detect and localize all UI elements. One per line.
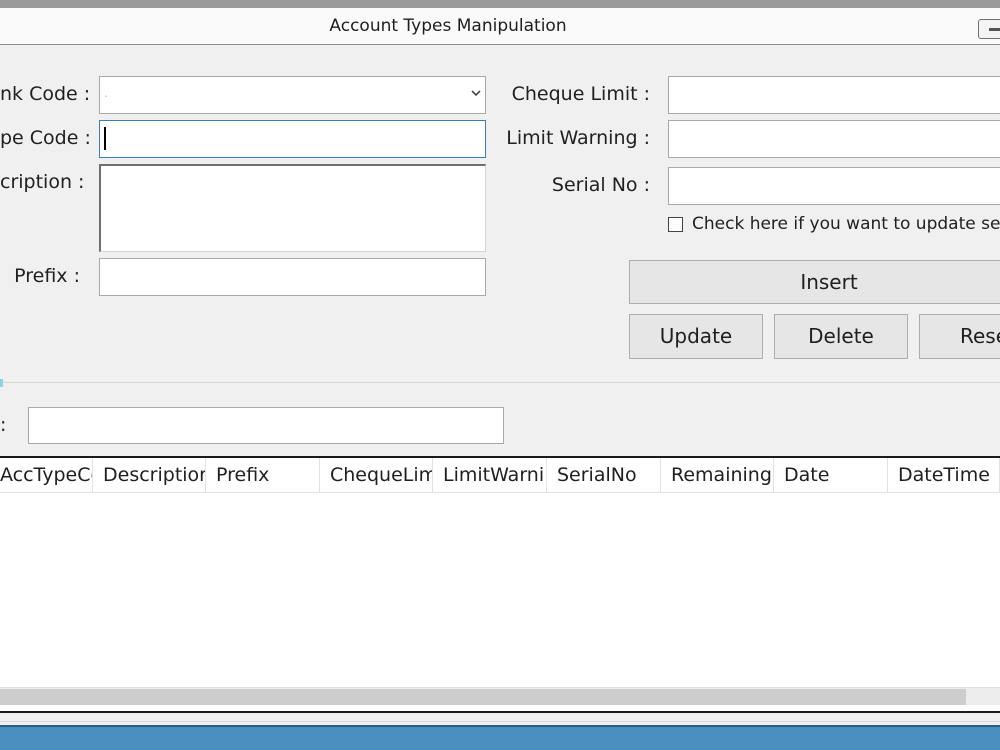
column-header-description[interactable]: Descriptior bbox=[93, 458, 206, 493]
column-header-serialno[interactable]: SerialNo bbox=[547, 458, 661, 493]
column-header-remaining[interactable]: Remaining( bbox=[661, 458, 774, 493]
bank-code-label: nk Code : bbox=[0, 83, 91, 105]
account-types-grid[interactable]: AccTypeCo Descriptior Prefix ChequeLim L… bbox=[0, 456, 1000, 713]
prefix-input[interactable] bbox=[99, 258, 486, 296]
serial-no-input[interactable] bbox=[668, 167, 1000, 205]
window-title: Account Types Manipulation bbox=[329, 16, 567, 36]
update-serial-checkbox-label[interactable]: Check here if you want to update serial bbox=[692, 214, 1000, 234]
search-input[interactable] bbox=[28, 407, 504, 444]
insert-button[interactable]: Insert bbox=[629, 260, 1000, 304]
limit-warning-label: Limit Warning : bbox=[506, 127, 650, 149]
update-button[interactable]: Update bbox=[629, 314, 763, 359]
column-header-prefix[interactable]: Prefix bbox=[206, 458, 320, 493]
column-header-chequelimit[interactable]: ChequeLim bbox=[320, 458, 433, 493]
column-header-date[interactable]: Date bbox=[774, 458, 888, 493]
description-label: cription : bbox=[0, 171, 85, 193]
bank-code-dropdown[interactable]: . bbox=[99, 76, 486, 114]
screen-top-strip bbox=[0, 0, 1000, 8]
delete-button[interactable]: Delete bbox=[774, 314, 908, 359]
separator-marker bbox=[0, 379, 3, 387]
cheque-limit-label: Cheque Limit : bbox=[511, 83, 650, 105]
column-header-acctypecode[interactable]: AccTypeCo bbox=[0, 458, 93, 493]
minimize-icon bbox=[989, 28, 1000, 31]
cheque-limit-input[interactable] bbox=[668, 76, 1000, 114]
scrollbar-thumb[interactable] bbox=[0, 689, 966, 705]
title-bar: Account Types Manipulation bbox=[0, 8, 1000, 45]
minimize-button[interactable] bbox=[978, 19, 1000, 39]
serial-no-label: Serial No : bbox=[551, 174, 650, 196]
search-label: : bbox=[0, 414, 7, 436]
prefix-label: Prefix : bbox=[14, 265, 80, 287]
chevron-down-icon bbox=[471, 90, 481, 97]
reset-button[interactable]: Rese bbox=[919, 314, 1000, 359]
taskbar bbox=[0, 725, 1000, 750]
limit-warning-input[interactable] bbox=[668, 120, 1000, 158]
column-header-datetime[interactable]: DateTime bbox=[888, 458, 1000, 493]
text-cursor bbox=[104, 127, 106, 150]
bank-code-value: . bbox=[104, 86, 108, 100]
column-header-limitwarning[interactable]: LimitWarni bbox=[433, 458, 547, 493]
description-textarea[interactable] bbox=[99, 164, 486, 252]
update-serial-checkbox[interactable] bbox=[668, 217, 683, 232]
type-code-label: pe Code : bbox=[0, 127, 91, 149]
type-code-input[interactable] bbox=[99, 120, 486, 158]
horizontal-scrollbar[interactable] bbox=[0, 687, 1000, 705]
account-types-window: Account Types Manipulation nk Code : . p… bbox=[0, 8, 1000, 750]
section-separator bbox=[0, 382, 1000, 383]
